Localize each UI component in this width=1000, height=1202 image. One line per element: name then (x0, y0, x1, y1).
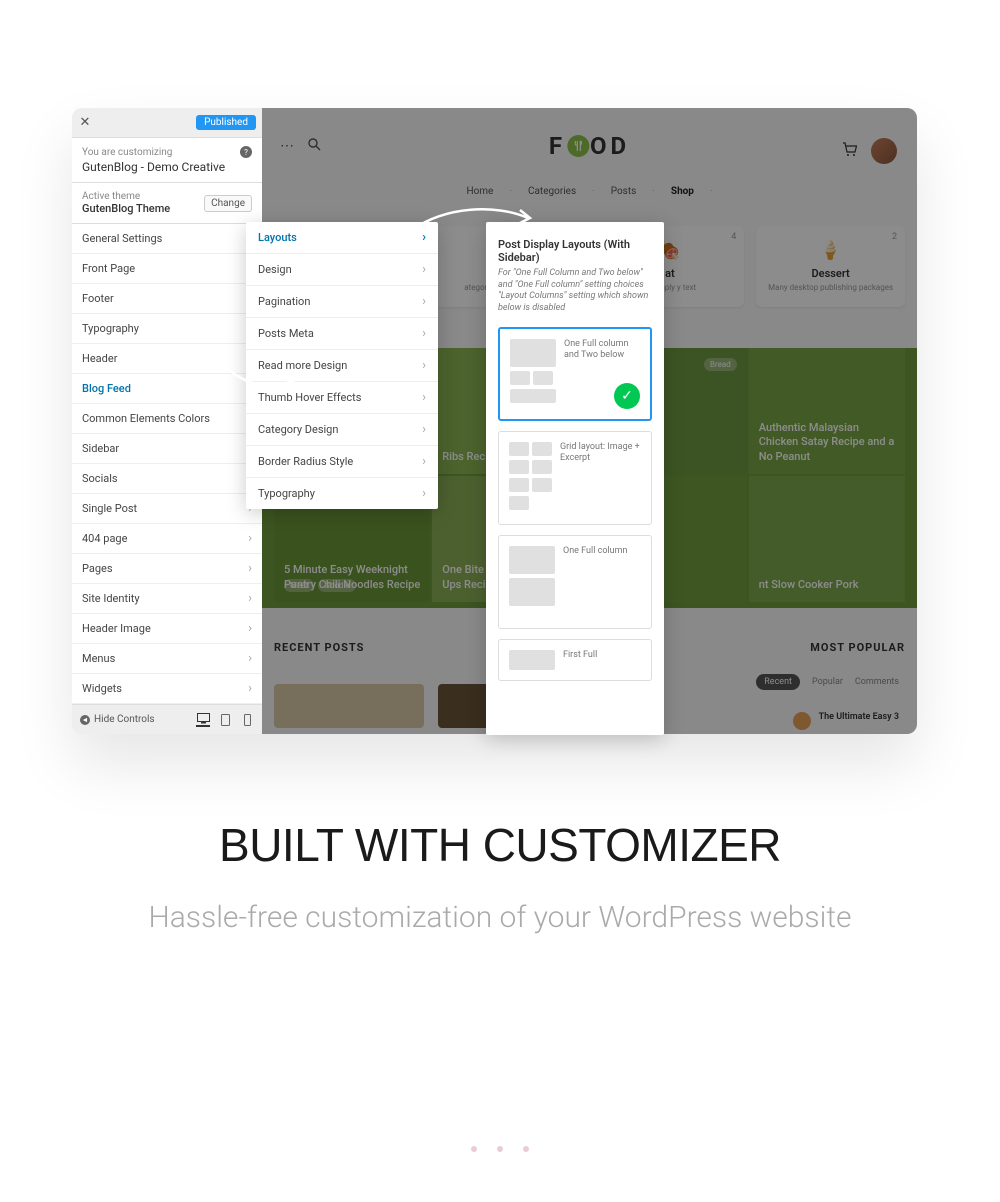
chevron-right-icon: › (422, 487, 426, 500)
hero-subtitle: Hassle-free customization of your WordPr… (0, 898, 1000, 939)
menu-item-site-identity[interactable]: Site Identity› (72, 584, 262, 614)
submenu-item-posts-meta[interactable]: Posts Meta› (246, 318, 438, 350)
chevron-right-icon: › (422, 231, 426, 244)
menu-item-widgets[interactable]: Widgets› (72, 674, 262, 704)
chevron-right-icon: › (422, 423, 426, 436)
submenu-item-design[interactable]: Design› (246, 254, 438, 286)
chevron-right-icon: › (422, 359, 426, 372)
theme-name: GutenBlog Theme (82, 202, 170, 215)
chevron-right-icon: › (422, 327, 426, 340)
layout-option[interactable]: One Full column (498, 535, 652, 629)
hide-controls-label: Hide Controls (94, 714, 155, 725)
publish-button[interactable]: Published (196, 115, 256, 130)
chevron-right-icon: › (248, 562, 252, 575)
submenu-item-border-radius-style[interactable]: Border Radius Style› (246, 446, 438, 478)
chevron-right-icon: › (248, 652, 252, 665)
panel-description: For "One Full Column and Two below" and … (498, 268, 652, 315)
layout-option[interactable]: Grid layout: Image + Excerpt (498, 431, 652, 525)
close-icon[interactable]: ✕ (78, 116, 92, 130)
submenu-item-category-design[interactable]: Category Design› (246, 414, 438, 446)
menu-item-general-settings[interactable]: General Settings› (72, 224, 262, 254)
active-theme-label: Active theme (82, 191, 170, 202)
change-theme-button[interactable]: Change (204, 195, 252, 212)
chevron-right-icon: › (248, 682, 252, 695)
menu-item-front-page[interactable]: Front Page› (72, 254, 262, 284)
chevron-right-icon: › (248, 622, 252, 635)
menu-item-single-post[interactable]: Single Post› (72, 494, 262, 524)
menu-item-socials[interactable]: Socials› (72, 464, 262, 494)
chevron-right-icon: › (422, 391, 426, 404)
panel-title: Post Display Layouts (With Sidebar) (498, 238, 652, 264)
hide-controls-button[interactable]: ◄ Hide Controls (80, 714, 155, 725)
chevron-right-icon: › (248, 592, 252, 605)
menu-item-header-image[interactable]: Header Image› (72, 614, 262, 644)
pagination-dots (471, 1146, 529, 1152)
chevron-right-icon: › (422, 263, 426, 276)
submenu-item-read-more-design[interactable]: Read more Design› (246, 350, 438, 382)
submenu-item-typography[interactable]: Typography› (246, 478, 438, 509)
menu-item-sidebar[interactable]: Sidebar› (72, 434, 262, 464)
layout-option-label: One Full column (563, 546, 641, 618)
submenu-item-thumb-hover-effects[interactable]: Thumb Hover Effects› (246, 382, 438, 414)
menu-item-footer[interactable]: Footer› (72, 284, 262, 314)
mobile-preview-icon[interactable] (240, 713, 254, 727)
menu-item-common-elements-colors[interactable]: Common Elements Colors› (72, 404, 262, 434)
dot-icon[interactable] (523, 1146, 529, 1152)
chevron-right-icon: › (422, 295, 426, 308)
layout-option[interactable]: First Full (498, 639, 652, 681)
dot-icon[interactable] (497, 1146, 503, 1152)
submenu-item-pagination[interactable]: Pagination› (246, 286, 438, 318)
submenu-item-layouts[interactable]: Layouts› (246, 222, 438, 254)
layout-option[interactable]: One Full column and Two below ✓ (498, 327, 652, 421)
layouts-panel: Post Display Layouts (With Sidebar) For … (486, 222, 664, 735)
chevron-right-icon: › (248, 532, 252, 545)
menu-item-menus[interactable]: Menus› (72, 644, 262, 674)
menu-item-pages[interactable]: Pages› (72, 554, 262, 584)
layout-option-label: Grid layout: Image + Excerpt (560, 442, 641, 514)
help-icon[interactable]: ? (240, 146, 252, 158)
layout-option-label: First Full (563, 650, 641, 670)
customizing-label: You are customizing (82, 147, 172, 158)
menu-item-typography[interactable]: Typography› (72, 314, 262, 344)
menu-item-blog-feed[interactable]: Blog Feed› (72, 374, 262, 404)
customizer-sidebar: ✕ Published You are customizing ? GutenB… (72, 108, 262, 734)
chevron-right-icon: › (422, 455, 426, 468)
blog-feed-submenu: Layouts›Design›Pagination›Posts Meta›Rea… (246, 222, 438, 509)
desktop-preview-icon[interactable] (196, 713, 210, 727)
collapse-icon: ◄ (80, 715, 90, 725)
hero-title: BUILT WITH CUSTOMIZER (0, 818, 1000, 872)
checkmark-icon: ✓ (614, 383, 640, 409)
menu-item-404-page[interactable]: 404 page› (72, 524, 262, 554)
menu-item-header[interactable]: Header› (72, 344, 262, 374)
tablet-preview-icon[interactable] (218, 713, 232, 727)
site-name: GutenBlog - Demo Creative (82, 160, 252, 174)
dot-icon[interactable] (471, 1146, 477, 1152)
